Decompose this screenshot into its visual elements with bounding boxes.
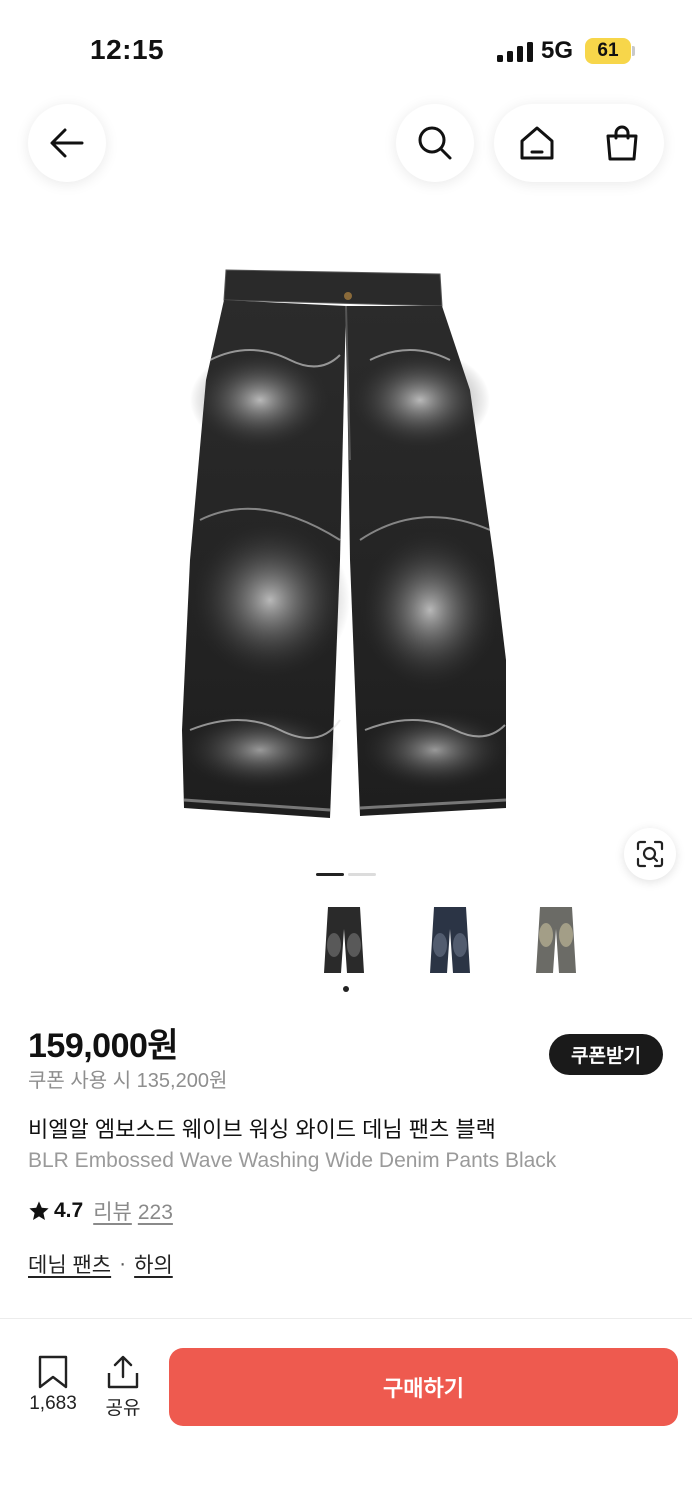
jeans-thumbnail-black [324, 907, 364, 973]
home-button[interactable] [507, 113, 567, 173]
battery-indicator: 61 [585, 38, 631, 64]
thumbnail-grey[interactable] [522, 900, 590, 980]
bottom-action-bar: 1,683 공유 구매하기 [0, 1319, 692, 1500]
review-count: 223 [137, 1201, 173, 1224]
selected-thumbnail-indicator [343, 986, 349, 992]
shopping-bag-icon [606, 125, 637, 161]
get-coupon-button[interactable]: 쿠폰받기 [549, 1034, 663, 1075]
category-link-bottoms[interactable]: 하의 [134, 1249, 173, 1279]
rating-score: 4.7 [54, 1199, 84, 1222]
status-time: 12:15 [90, 34, 165, 65]
visual-search-icon [636, 840, 664, 868]
category-breadcrumb: 데님 팬츠 · 하의 [28, 1249, 173, 1279]
bookmark-icon [38, 1355, 68, 1389]
product-image[interactable] [150, 260, 542, 830]
cellular-signal-icon [497, 42, 533, 62]
product-title-korean: 비엘알 엠보스드 웨이브 워싱 와이드 데님 팬츠 블랙 [28, 1117, 496, 1142]
network-type: 5G [541, 37, 574, 64]
coupon-price: 쿠폰 사용 시 135,200원 [28, 1070, 228, 1092]
thumbnail-black[interactable] [310, 900, 378, 980]
battery-cap [632, 46, 635, 56]
color-thumbnails [310, 900, 590, 980]
back-button[interactable] [28, 104, 106, 182]
share-icon [107, 1355, 139, 1389]
home-icon [520, 126, 553, 160]
nav-action-group [494, 104, 664, 182]
visual-search-button[interactable] [624, 828, 676, 880]
review-label: 리뷰 [93, 1201, 132, 1224]
cart-button[interactable] [592, 113, 652, 173]
category-link-denim-pants[interactable]: 데님 팬츠 [28, 1249, 111, 1279]
bookmark-button[interactable]: 1,683 [22, 1355, 84, 1415]
thumbnail-navy[interactable] [416, 900, 484, 980]
bookmark-count: 1,683 [29, 1393, 77, 1414]
pager-dot [348, 873, 376, 876]
arrow-left-icon [50, 128, 84, 158]
reviews-link[interactable]: 리뷰 223 [93, 1196, 173, 1226]
search-button[interactable] [396, 104, 474, 182]
search-icon [418, 126, 452, 160]
status-bar: 12:15 5G 61 [0, 0, 692, 100]
buy-button[interactable]: 구매하기 [169, 1348, 678, 1426]
rating-row: 4.7 리뷰 223 [28, 1196, 173, 1226]
product-price: 159,000원 [28, 1027, 179, 1065]
product-title-english: BLR Embossed Wave Washing Wide Denim Pan… [28, 1149, 557, 1172]
pager-dot-active [316, 873, 344, 876]
image-pager [316, 873, 376, 876]
star-icon [29, 1201, 49, 1220]
share-button[interactable]: 공유 [98, 1355, 148, 1420]
jeans-thumbnail-navy [430, 907, 470, 973]
share-label: 공유 [105, 1398, 141, 1419]
category-separator: · [119, 1252, 127, 1275]
jeans-thumbnail-grey [536, 907, 576, 973]
